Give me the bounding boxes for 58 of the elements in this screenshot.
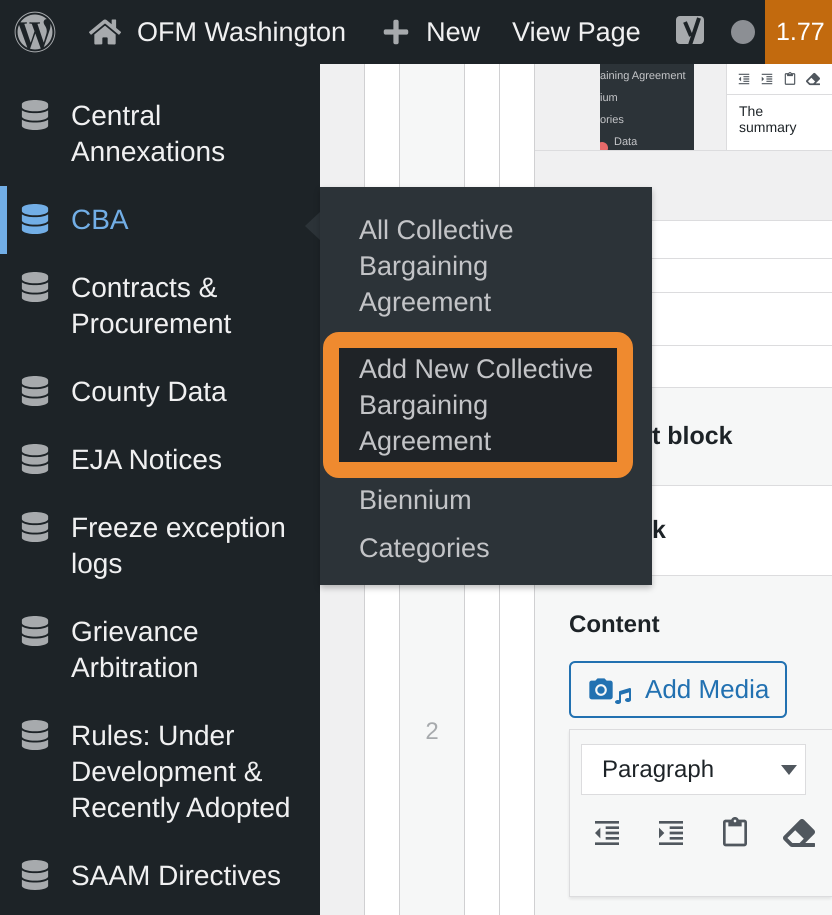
site-name: OFM Washington [137, 16, 346, 48]
sidebar-item-label: County Data [71, 375, 228, 409]
sidebar-item-label: CBA [71, 203, 130, 237]
indent-icon [760, 72, 774, 86]
thumbnail-menu-text: ories [600, 113, 625, 127]
sidebar-item[interactable]: EJA Notices [0, 426, 320, 494]
database-icon [20, 616, 50, 646]
caret-icon [781, 764, 797, 774]
sidebar-item-label: Freeze exception logs [71, 511, 287, 581]
thumbnail-menu-text: aining Agreement [600, 69, 687, 83]
sidebar-item-label: Rules: Under Development & Recently Adopted [71, 719, 292, 825]
submenu-item[interactable]: Add New Collective Bargaining Agreement [323, 332, 633, 478]
database-icon [20, 272, 50, 302]
view-page-link[interactable]: View Page [512, 16, 641, 48]
database-icon [20, 444, 50, 474]
timing-badge[interactable]: 1.77 [765, 0, 832, 64]
row-number: 2 [425, 718, 439, 747]
thumbnail-menu-text: Data [614, 135, 638, 149]
eraser-icon[interactable] [783, 817, 815, 849]
database-icon [20, 860, 50, 890]
outdent-icon [737, 72, 751, 86]
media-icon [587, 676, 631, 704]
new-label: New [426, 16, 480, 48]
clipboard-icon [783, 72, 797, 86]
sidebar-item-label: SAAM Directives [71, 859, 282, 893]
sidebar-item[interactable]: CBA [0, 186, 320, 254]
logo-icon[interactable] [14, 11, 56, 53]
sidebar-item-label: Central Annexations [71, 99, 226, 169]
add-media-button[interactable]: Add Media [569, 661, 788, 718]
sidebar-item[interactable]: Contracts & Procurement [0, 254, 320, 358]
thumbnail-editor-text: The summary [738, 102, 798, 137]
new-link[interactable]: New [382, 16, 480, 48]
sidebar-item[interactable]: Central Annexations [0, 82, 320, 186]
sidebar-item-label: Contracts & Procurement [71, 271, 232, 341]
format-select[interactable]: Paragraph [581, 744, 806, 795]
sidebar-item-label: EJA Notices [71, 443, 223, 477]
sidebar-item[interactable]: Grievance Arbitration [0, 598, 320, 702]
sidebar-item[interactable]: SAAM Directives [0, 842, 320, 910]
submenu-item[interactable]: All Collective Bargaining Agreement [359, 212, 604, 328]
sidebar-item-label: Grievance Arbitration [71, 615, 200, 685]
row-label: t block [652, 422, 733, 451]
row-label: k [652, 516, 666, 545]
database-icon [20, 512, 50, 542]
database-icon [20, 204, 50, 234]
sidebar-item[interactable]: Freeze exception logs [0, 494, 320, 598]
database-icon [20, 100, 50, 130]
thumbnail-menu-text: ium [600, 91, 619, 105]
database-icon [20, 376, 50, 406]
database-icon [20, 720, 50, 750]
status-dot-icon [730, 20, 755, 44]
site-name-link[interactable]: OFM Washington [89, 16, 346, 48]
eraser-icon [806, 72, 820, 86]
sidebar-item[interactable]: County Data [0, 358, 320, 426]
sidebar-item[interactable]: Rules: Under Development & Recently Adopted [0, 702, 320, 842]
submenu-item[interactable]: Categories [359, 530, 604, 574]
plus-icon [382, 18, 410, 46]
content-label: Content [569, 611, 660, 639]
submenu-item[interactable]: Biennium [359, 482, 604, 526]
